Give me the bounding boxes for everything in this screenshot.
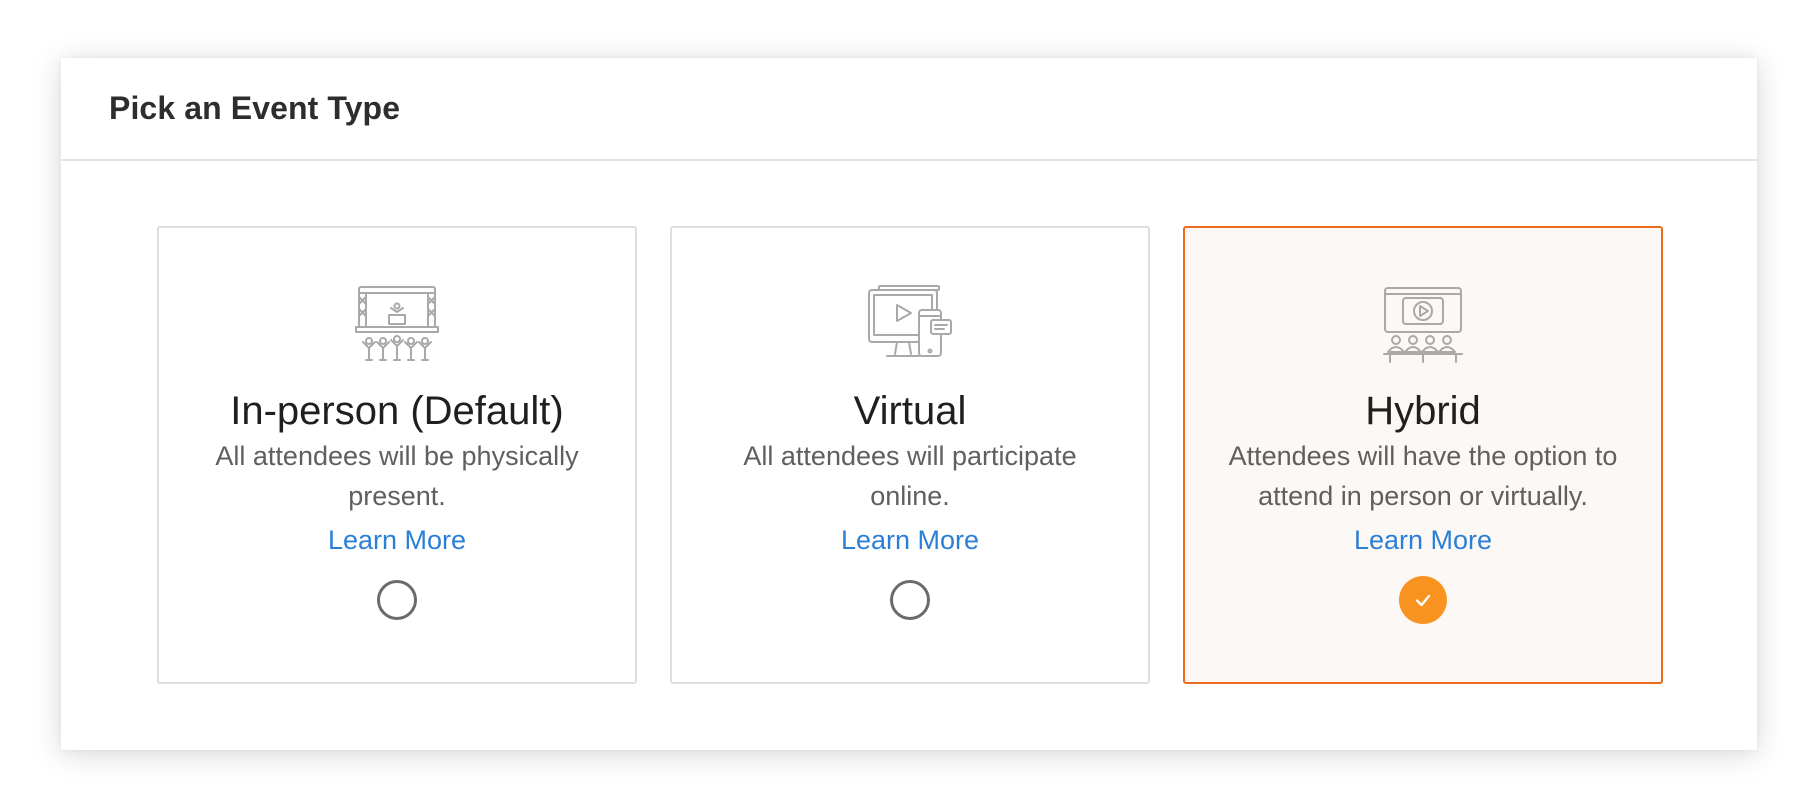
- devices-video-icon: [867, 284, 953, 364]
- radio-button-unselected[interactable]: [890, 580, 930, 620]
- page-title: Pick an Event Type: [109, 90, 401, 126]
- card-description: All attendees will participate online.: [743, 441, 1077, 511]
- event-type-panel: Pick an Event Type In-person (Default) A…: [61, 58, 1757, 750]
- stage-audience-icon: [354, 284, 440, 364]
- card-title: In-person (Default): [230, 389, 564, 433]
- panel-header: Pick an Event Type: [61, 58, 1757, 161]
- screen-audience-icon: [1380, 284, 1466, 364]
- card-description: Attendees will have the option to attend…: [1228, 441, 1618, 511]
- learn-more-link[interactable]: Learn More: [841, 520, 979, 560]
- event-type-card-virtual[interactable]: Virtual All attendees will participate o…: [670, 226, 1150, 684]
- event-type-options: In-person (Default) All attendees will b…: [157, 226, 1663, 684]
- card-title: Virtual: [853, 389, 967, 433]
- card-title: Hybrid: [1365, 389, 1481, 433]
- event-type-card-in-person[interactable]: In-person (Default) All attendees will b…: [157, 226, 637, 684]
- learn-more-link[interactable]: Learn More: [1354, 520, 1492, 560]
- learn-more-link[interactable]: Learn More: [328, 520, 466, 560]
- event-type-card-hybrid[interactable]: Hybrid Attendees will have the option to…: [1183, 226, 1663, 684]
- radio-button-selected[interactable]: [1399, 576, 1447, 624]
- card-description: All attendees will be physically present…: [215, 441, 579, 511]
- radio-button-unselected[interactable]: [377, 580, 417, 620]
- checkmark-icon: [1412, 589, 1434, 611]
